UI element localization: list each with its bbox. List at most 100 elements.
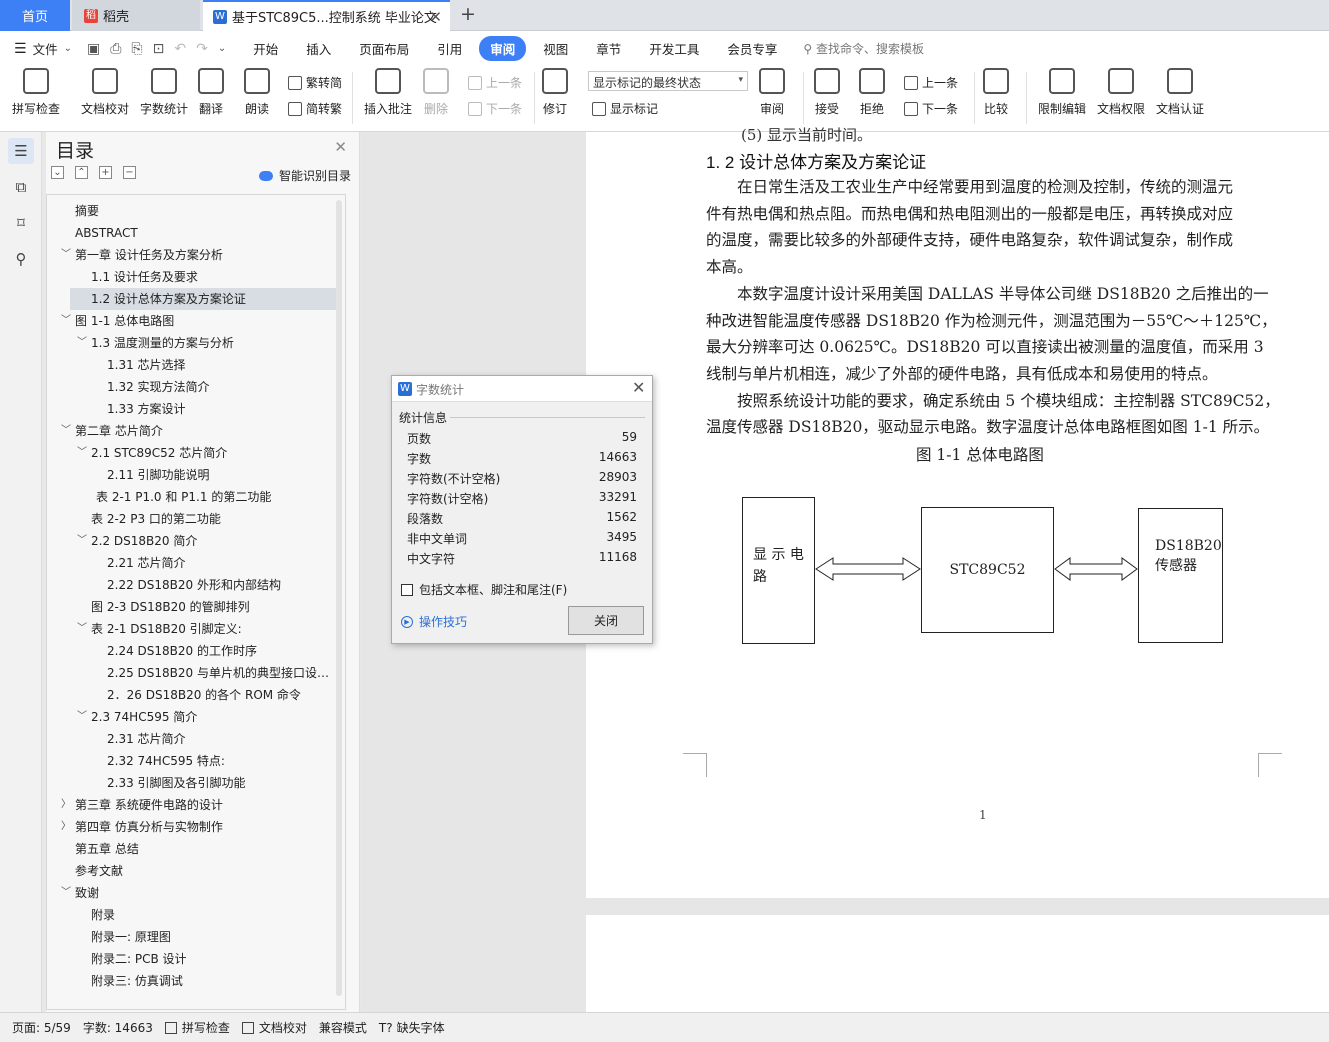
- toc-item[interactable]: ﹀ 表 2-1 DS18B20 引脚定义:: [77, 618, 242, 640]
- simp-to-trad-button[interactable]: 简转繁: [288, 100, 342, 117]
- bookmark-icon[interactable]: ⌑: [8, 210, 34, 236]
- document-page[interactable]: (5) 显示当前时间。 1. 2 设计总体方案及方案论证 在日常生活及工农业生产…: [586, 126, 1329, 898]
- prev-comment-button[interactable]: 上一条: [468, 74, 522, 91]
- toc-item[interactable]: 摘要: [75, 200, 99, 222]
- redo-icon[interactable]: ↷: [196, 41, 208, 57]
- toc-item[interactable]: 〉第四章 仿真分析与实物制作: [61, 816, 223, 838]
- tab-close-icon[interactable]: ✕: [429, 8, 442, 26]
- chevron-down-icon[interactable]: ﹀: [60, 310, 72, 332]
- toc-item[interactable]: 附录三: 仿真调试: [91, 970, 183, 992]
- delete-comment-button[interactable]: 删除: [423, 68, 449, 117]
- hamburger-icon[interactable]: ☰: [14, 41, 27, 57]
- insert-comment-button[interactable]: 插入批注: [364, 68, 412, 117]
- toc-item[interactable]: 图 2-3 DS18B20 的管脚排列: [91, 596, 250, 618]
- chevron-down-icon[interactable]: ﹀: [76, 618, 88, 640]
- menu-tab[interactable]: 审阅: [479, 36, 527, 61]
- chevron-down-icon[interactable]: ﹀: [76, 706, 88, 728]
- toc-item[interactable]: 1.1 设计任务及要求: [91, 266, 198, 288]
- toc-item[interactable]: 2．26 DS18B20 的各个 ROM 命令: [107, 684, 301, 706]
- menu-tab[interactable]: 章节: [585, 36, 632, 61]
- spell-check-status[interactable]: 拼写检查: [164, 1019, 230, 1036]
- menu-tab[interactable]: 页面布局: [348, 36, 420, 61]
- prev-change-button[interactable]: 上一条: [904, 74, 958, 91]
- proofread-button[interactable]: 文档校对: [81, 68, 129, 117]
- menu-tab[interactable]: 开发工具: [638, 36, 710, 61]
- word-count-indicator[interactable]: 字数: 14663: [83, 1019, 153, 1036]
- tab-daoke[interactable]: 稻稻壳: [72, 0, 200, 31]
- remove-level-icon[interactable]: −: [123, 166, 136, 179]
- next-change-button[interactable]: 下一条: [904, 100, 958, 117]
- close-icon[interactable]: ✕: [632, 378, 645, 397]
- translate-button[interactable]: 翻译: [198, 68, 224, 117]
- toc-item[interactable]: 表 2-2 P3 口的第二功能: [91, 508, 221, 530]
- show-markup-button[interactable]: 显示标记: [592, 100, 658, 117]
- chevron-down-icon[interactable]: ﹀: [60, 882, 72, 904]
- toc-item[interactable]: 2.25 DS18B20 与单片机的典型接口设…: [107, 662, 329, 684]
- toc-item[interactable]: 1.33 方案设计: [107, 398, 186, 420]
- chevron-right-icon[interactable]: 〉: [60, 794, 72, 816]
- toc-item[interactable]: 参考文献: [75, 860, 123, 882]
- toc-item[interactable]: 表 2-1 P1.0 和 P1.1 的第二功能: [96, 486, 271, 508]
- track-changes-button[interactable]: 修订: [542, 68, 568, 117]
- toc-item[interactable]: 附录二: PCB 设计: [91, 948, 187, 970]
- toc-item[interactable]: ﹀ 2.2 DS18B20 简介: [77, 530, 197, 552]
- preview-icon[interactable]: ⊡: [153, 41, 165, 57]
- toc-item[interactable]: ﹀ 第二章 芯片简介: [61, 420, 163, 442]
- toc-item[interactable]: 〉第三章 系统硬件电路的设计: [61, 794, 223, 816]
- toc-item[interactable]: ﹀ 2.1 STC89C52 芯片简介: [77, 442, 227, 464]
- tab-document[interactable]: W 基于STC89C5...控制系统 毕业论文 ✕: [203, 0, 450, 31]
- include-footnotes-checkbox[interactable]: 包括文本框、脚注和尾注(F): [401, 581, 567, 598]
- compare-button[interactable]: 比较: [983, 68, 1009, 117]
- next-page[interactable]: [586, 915, 1329, 1012]
- new-tab-icon[interactable]: +: [460, 3, 476, 25]
- markup-state-dropdown[interactable]: 显示标记的最终状态 ▾: [588, 71, 748, 91]
- reject-button[interactable]: 拒绝: [859, 68, 885, 117]
- compat-mode[interactable]: 兼容模式: [319, 1019, 367, 1036]
- spell-check-button[interactable]: 拼写检查: [12, 68, 60, 117]
- export-icon[interactable]: ⎙: [110, 41, 121, 57]
- toc-item[interactable]: 2.21 芯片简介: [107, 552, 186, 574]
- toc-item[interactable]: 2.22 DS18B20 外形和内部结构: [107, 574, 281, 596]
- search-icon[interactable]: ⚲: [8, 246, 34, 272]
- toc-item[interactable]: 2.31 芯片简介: [107, 728, 186, 750]
- chevron-down-icon[interactable]: ﹀: [76, 332, 88, 354]
- toc-item[interactable]: ABSTRACT: [75, 222, 138, 244]
- dialog-titlebar[interactable]: W 字数统计 ✕: [392, 376, 652, 402]
- toc-item[interactable]: 第五章 总结: [75, 838, 139, 860]
- toc-item[interactable]: ﹀ 2.3 74HC595 简介: [77, 706, 197, 728]
- expand-all-icon[interactable]: ⌃: [75, 166, 88, 179]
- page-indicator[interactable]: 页面: 5/59: [12, 1019, 71, 1036]
- tips-link[interactable]: ▶ 操作技巧: [401, 613, 467, 630]
- print-icon[interactable]: ⎘: [131, 41, 142, 57]
- close-icon[interactable]: ✕: [334, 138, 347, 156]
- read-aloud-button[interactable]: 朗读: [244, 68, 270, 117]
- menu-tab[interactable]: 引用: [426, 36, 473, 61]
- chevron-down-icon[interactable]: ﹀: [60, 420, 72, 442]
- chevron-down-icon[interactable]: ﹀: [76, 442, 88, 464]
- toc-item[interactable]: 2.32 74HC595 特点:: [107, 750, 225, 772]
- next-comment-button[interactable]: 下一条: [468, 100, 522, 117]
- review-pane-button[interactable]: 审阅: [759, 68, 785, 117]
- toc-panel-icon[interactable]: ☰: [8, 138, 34, 164]
- quick-access-dropdown-icon[interactable]: ⌄: [218, 43, 226, 54]
- collapse-all-icon[interactable]: ⌄: [51, 166, 64, 179]
- chapter-nav-icon[interactable]: ⧉: [8, 174, 34, 200]
- file-menu[interactable]: 文件: [33, 39, 58, 58]
- word-count-button[interactable]: 字数统计: [140, 68, 188, 117]
- missing-font-status[interactable]: T? 缺失字体: [379, 1019, 445, 1036]
- document-permission-button[interactable]: 文档权限: [1097, 68, 1145, 117]
- undo-icon[interactable]: ↶: [174, 41, 186, 57]
- chevron-down-icon[interactable]: ﹀: [76, 530, 88, 552]
- toc-item[interactable]: 1.31 芯片选择: [107, 354, 186, 376]
- trad-to-simp-button[interactable]: 繁转简: [288, 74, 342, 91]
- menu-tab[interactable]: 插入: [295, 36, 342, 61]
- toc-item[interactable]: 2.11 引脚功能说明: [107, 464, 210, 486]
- menu-tab[interactable]: 开始: [242, 36, 289, 61]
- menu-tab[interactable]: 视图: [532, 36, 579, 61]
- toc-item[interactable]: ﹀ 图 1-1 总体电路图: [61, 310, 174, 332]
- proofread-status[interactable]: 文档校对: [241, 1019, 307, 1036]
- toc-item[interactable]: ﹀ 致谢: [61, 882, 99, 904]
- toc-item[interactable]: 1.32 实现方法简介: [107, 376, 210, 398]
- toc-item[interactable]: 附录一: 原理图: [91, 926, 171, 948]
- toc-item[interactable]: ﹀ 第一章 设计任务及方案分析: [61, 244, 223, 266]
